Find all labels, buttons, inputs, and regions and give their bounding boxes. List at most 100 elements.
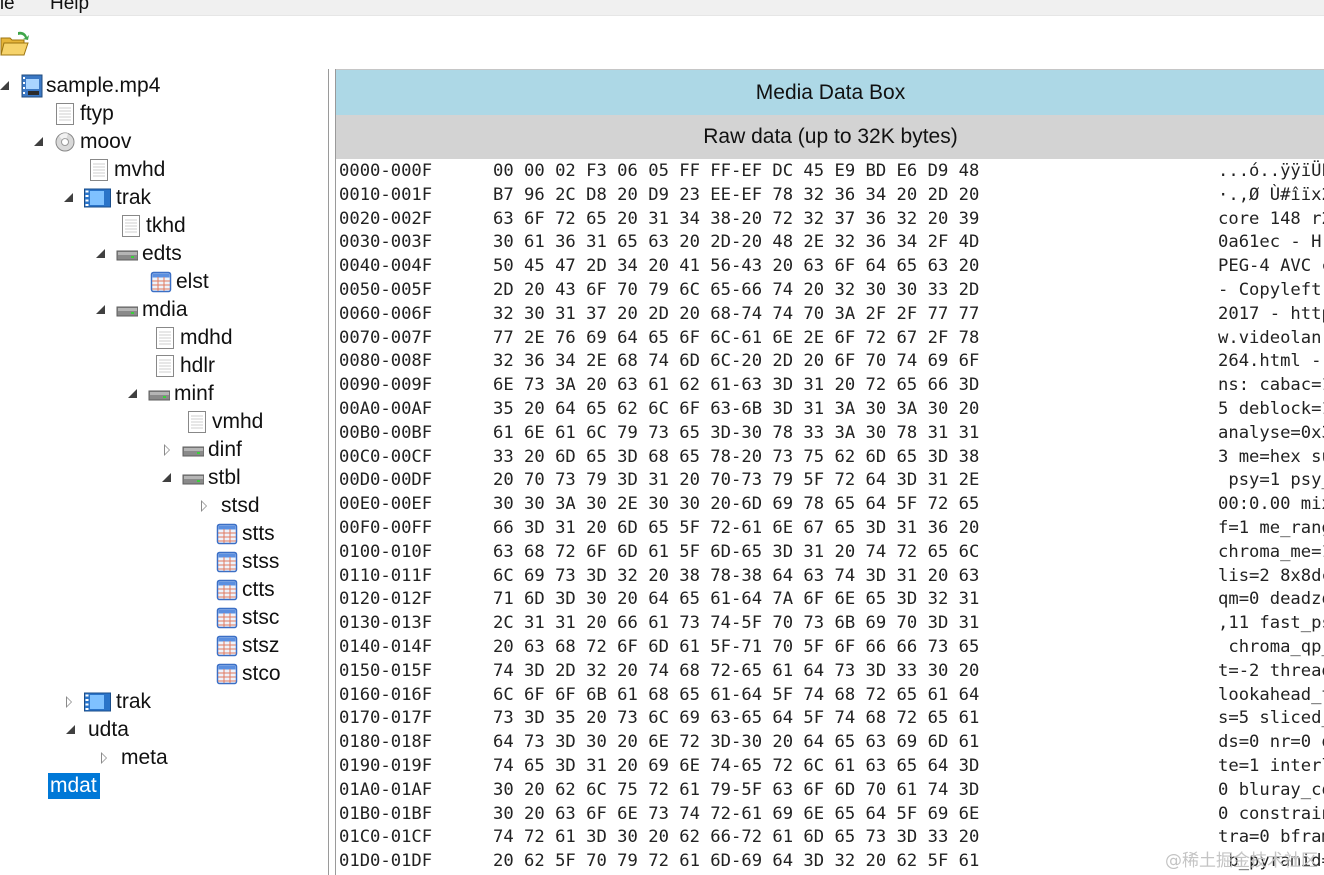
menu-help[interactable]: Help [50,0,89,14]
hex-offset: 0090-009F [339,375,433,396]
hex-row: 00F0-00FF 66 3D 31 20 6D 65 5F 72-61 6E 6… [339,516,1324,540]
hex-offset: 0100-010F [339,541,433,562]
open-file-button[interactable] [0,30,30,60]
tree-node-sample.mp4[interactable]: sample.mp4 [0,73,163,99]
disc-icon [54,130,76,154]
collapse-toggle-icon[interactable] [160,471,174,485]
tree-node-mdat[interactable]: mdat [48,773,100,799]
table-icon [150,270,172,294]
tree-node-label: sample.mp4 [46,74,161,97]
tree-node-label: stsc [242,606,280,629]
tree-node-minf[interactable]: minf [128,381,217,407]
tree-node-label: moov [80,130,132,153]
collapse-toggle-icon[interactable] [126,387,140,401]
tree-node-ftyp[interactable]: ftyp [54,101,117,127]
hex-ascii: ...ó..ÿÿïÜEé½æÙH [1218,161,1324,181]
tree-node-mvhd[interactable]: mvhd [88,157,168,183]
collapse-toggle-icon[interactable] [94,247,108,261]
expand-toggle-icon[interactable] [62,695,76,709]
document-icon [154,326,176,350]
tree-node-label: ctts [242,578,275,601]
tree-node-trak[interactable]: trak [64,185,154,211]
hex-row: 00E0-00EF 30 30 3A 30 2E 30 30 20-6D 69 7… [339,492,1324,516]
tree-node-label: minf [174,382,214,405]
collapse-toggle-icon[interactable] [64,723,78,737]
tree-node-label: stts [242,522,275,545]
hex-bytes: 32 36 34 2E 68 74 6D 6C-20 2D 20 6F 70 7… [493,351,980,372]
tree-node-tkhd[interactable]: tkhd [120,213,189,239]
tree-node-label: elst [176,270,209,293]
tree-node-stco[interactable]: stco [216,661,284,687]
expand-toggle-icon[interactable] [197,499,211,513]
drive-icon [182,466,205,490]
tree-node-stbl[interactable]: stbl [162,465,244,491]
hex-ascii: chroma_me=1 trel [1218,541,1324,562]
hex-bytes: 20 70 73 79 3D 31 20 70-73 79 5F 72 64 3… [493,470,980,491]
box-title-header: Media Data Box [336,69,1324,115]
hex-offset: 01D0-01DF [339,851,433,872]
tree-node-meta[interactable]: meta [101,745,171,771]
expand-toggle-icon[interactable] [160,443,174,457]
hex-bytes: 30 20 62 6C 75 72 61 79-5F 63 6F 6D 70 6… [493,779,980,800]
hex-offset: 0000-000F [339,161,433,181]
hex-bytes: 66 3D 31 20 6D 65 5F 72-61 6E 67 65 3D 3… [493,518,980,538]
tree-node-ctts[interactable]: ctts [216,577,278,603]
hex-bytes: 77 2E 76 69 64 65 6F 6C-61 6E 2E 6F 72 6… [493,327,980,348]
hex-row: 0090-009F 6E 73 3A 20 63 61 62 61-63 3D 3… [339,373,1324,397]
table-icon [216,550,238,574]
hex-bytes: 00 00 02 F3 06 05 FF FF-EF DC 45 E9 BD E… [493,161,980,181]
document-icon [54,102,76,126]
hex-row: 00A0-00AF 35 20 64 65 62 6C 6F 63-6B 3D 3… [339,397,1324,421]
collapse-toggle-icon[interactable] [62,191,76,205]
tree-node-stsd[interactable]: stsd [201,493,263,519]
tree-node-stsz[interactable]: stsz [216,633,282,659]
hex-row: 0030-003F 30 61 36 31 65 63 20 2D-20 48 2… [339,230,1324,254]
box-tree-panel[interactable]: sample.mp4 ftyp moov mvhd trak tkhd edts elst md… [0,69,329,875]
tree-node-stsc[interactable]: stsc [216,605,282,631]
tree-node-label: dinf [208,438,242,461]
collapse-toggle-icon[interactable] [0,79,12,93]
table-icon [216,662,238,686]
hex-row: 0150-015F 74 3D 2D 32 20 74 68 72-65 61 6… [339,659,1324,683]
hex-row: 0040-004F 50 45 47 2D 34 20 41 56-43 20 6… [339,254,1324,278]
drive-icon [148,382,171,406]
hex-bytes: 35 20 64 65 62 6C 6F 63-6B 3D 31 3A 30 3… [493,399,980,419]
hex-row: 0130-013F 2C 31 31 20 66 61 73 74-5F 70 7… [339,611,1324,635]
hex-dump-view[interactable]: 0000-000F 00 00 02 F3 06 05 FF FF-EF DC 4… [336,159,1324,875]
tree-node-mdhd[interactable]: mdhd [154,325,236,351]
watermark: @稀土掘金技术社区 [1165,851,1318,871]
raw-data-header: Raw data (up to 32K bytes) [336,115,1324,159]
hex-bytes: 74 72 61 3D 30 20 62 66-72 61 6D 65 73 3… [493,827,980,848]
tree-node-label: ftyp [80,102,114,125]
hex-offset: 00E0-00EF [339,494,433,515]
tree-node-stss[interactable]: stss [216,549,282,575]
tree-node-dinf[interactable]: dinf [164,437,245,463]
tree-node-trak[interactable]: trak [66,689,154,715]
hex-offset: 0170-017F [339,708,433,729]
menu-file[interactable]: File [0,0,15,14]
tree-node-elst[interactable]: elst [150,269,212,295]
tree-node-vmhd[interactable]: vmhd [186,409,266,435]
hex-ascii: te=1 interlaced= [1218,756,1324,776]
collapse-toggle-icon[interactable] [94,303,108,317]
tree-node-moov[interactable]: moov [34,129,134,155]
open-folder-icon [0,31,29,56]
collapse-toggle-icon[interactable] [32,135,46,149]
tree-node-edts[interactable]: edts [96,241,185,267]
table-icon [216,634,238,658]
tree-node-hdlr[interactable]: hdlr [154,353,218,379]
tree-node-mdia[interactable]: mdia [96,297,191,323]
hex-row: 0050-005F 2D 20 43 6F 70 79 6C 65-66 74 2… [339,278,1324,302]
hex-bytes: 33 20 6D 65 3D 68 65 78-20 73 75 62 6D 6… [493,446,980,467]
hex-row: 0180-018F 64 73 3D 30 20 6E 72 3D-30 20 6… [339,730,1324,754]
tree-node-stts[interactable]: stts [216,521,278,547]
hex-bytes: 20 63 68 72 6F 6D 61 5F-71 70 5F 6F 66 6… [493,637,980,657]
tree-node-label: stsd [221,494,260,517]
hex-row: 0190-019F 74 65 3D 31 20 69 6E 74-65 72 6… [339,754,1324,778]
hex-row: 0160-016F 6C 6F 6F 6B 61 68 65 61-64 5F 7… [339,683,1324,707]
expand-toggle-icon[interactable] [97,751,111,765]
toolbar [0,16,1324,69]
hex-row: 0000-000F 00 00 02 F3 06 05 FF FF-EF DC 4… [339,159,1324,183]
tree-node-udta[interactable]: udta [66,717,132,743]
hex-ascii: - Copyleft 2003- [1218,280,1322,300]
